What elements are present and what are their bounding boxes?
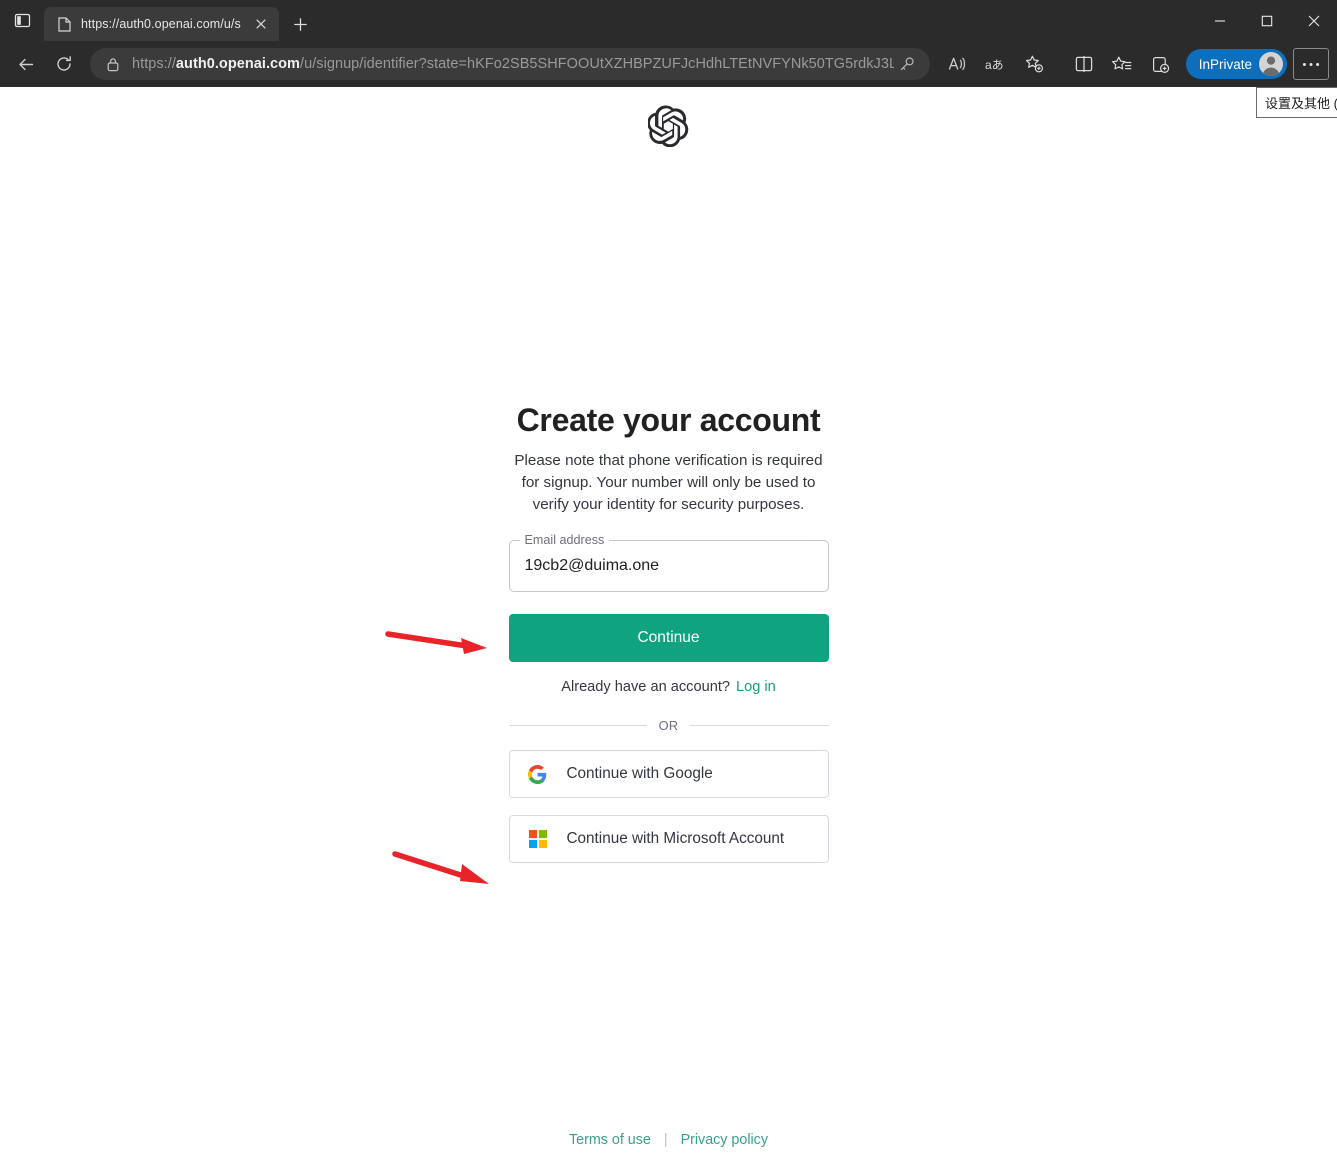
split-screen-icon[interactable] <box>1066 48 1102 80</box>
page-title: Create your account <box>516 402 821 438</box>
microsoft-logo-icon <box>528 829 548 849</box>
translate-icon[interactable]: aあ <box>978 48 1014 80</box>
terms-of-use-link[interactable]: Terms of use <box>569 1132 651 1148</box>
page-subtitle: Please note that phone verification is r… <box>514 452 823 514</box>
divider-line-right <box>690 725 829 727</box>
footer-separator: | <box>663 1132 668 1148</box>
divider-label: OR <box>658 718 679 734</box>
address-bar-url: https://auth0.openai.com/u/signup/identi… <box>132 56 894 72</box>
lock-icon <box>104 55 122 73</box>
inprivate-indicator[interactable]: InPrivate <box>1185 49 1287 79</box>
continue-with-google-button[interactable]: Continue with Google <box>508 750 829 799</box>
maximize-button[interactable] <box>1243 0 1290 41</box>
tab-title: https://auth0.openai.com/u/signu <box>81 17 241 31</box>
email-field-group: Email address <box>508 532 829 593</box>
log-in-link[interactable]: Log in <box>736 679 776 695</box>
back-button[interactable] <box>8 48 44 80</box>
settings-and-more-icon[interactable] <box>1293 48 1329 80</box>
or-divider: OR <box>508 718 829 734</box>
browser-titlebar: https://auth0.openai.com/u/signu <box>0 0 1337 41</box>
inprivate-label: InPrivate <box>1198 56 1252 72</box>
url-path: /u/signup/identifier?state=hKFo2SB5SHFOO… <box>300 56 894 72</box>
red-arrow-to-google-button <box>392 849 496 896</box>
privacy-policy-link[interactable]: Privacy policy <box>681 1132 768 1148</box>
minimize-button[interactable] <box>1196 0 1243 41</box>
microsoft-button-label: Continue with Microsoft Account <box>566 830 785 848</box>
url-domain: auth0.openai.com <box>175 56 300 72</box>
login-prompt-row: Already have an account? Log in <box>509 679 829 695</box>
add-favorite-star-icon[interactable] <box>1016 48 1052 80</box>
openai-logo-icon <box>0 105 1337 147</box>
settings-tooltip: 设置及其他 ( <box>1256 87 1337 118</box>
red-arrow-to-email-field <box>385 625 491 666</box>
close-window-button[interactable] <box>1290 0 1337 41</box>
signup-card: Create your account Please note that pho… <box>508 400 829 864</box>
continue-with-microsoft-button[interactable]: Continue with Microsoft Account <box>508 815 829 864</box>
divider-line-left <box>508 725 647 727</box>
google-logo-icon <box>528 764 548 784</box>
browser-window: https://auth0.openai.com/u/signu <box>0 0 1337 1176</box>
google-button-label: Continue with Google <box>566 765 713 783</box>
key-icon[interactable] <box>894 51 920 77</box>
favorites-star-icon[interactable] <box>1104 48 1140 80</box>
page-icon <box>56 16 72 32</box>
email-input[interactable] <box>508 540 829 593</box>
new-tab-button[interactable] <box>283 7 317 41</box>
tab-actions-icon[interactable] <box>0 0 44 41</box>
profile-avatar-icon[interactable] <box>1259 52 1283 76</box>
page-content: Create your account Please note that pho… <box>0 87 1337 1176</box>
address-bar[interactable]: https://auth0.openai.com/u/signup/identi… <box>90 48 930 80</box>
window-controls <box>1196 0 1337 41</box>
svg-text:aあ: aあ <box>985 58 1004 72</box>
browser-tab[interactable]: https://auth0.openai.com/u/signu <box>44 7 279 41</box>
browser-toolbar: https://auth0.openai.com/u/signup/identi… <box>0 41 1337 118</box>
url-prefix: https:// <box>132 56 176 72</box>
login-prompt-text: Already have an account? <box>561 679 730 696</box>
page-footer: Terms of use | Privacy policy <box>0 1132 1337 1148</box>
continue-button[interactable]: Continue <box>508 614 829 663</box>
collections-icon[interactable] <box>1142 48 1178 80</box>
tab-close-icon[interactable] <box>250 13 272 35</box>
read-aloud-icon[interactable] <box>940 48 976 80</box>
refresh-button[interactable] <box>46 48 82 80</box>
